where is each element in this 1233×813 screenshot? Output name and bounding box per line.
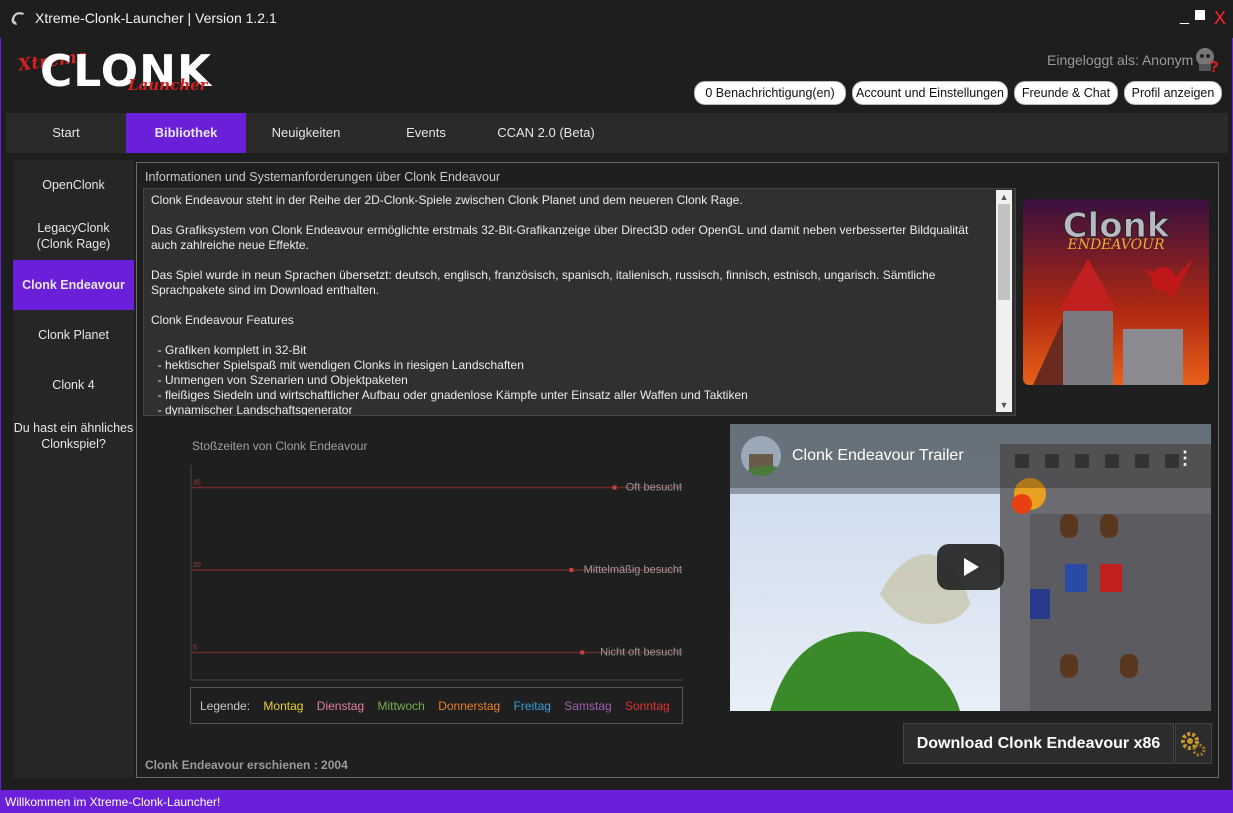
status-bar: Willkommen im Xtreme-Clonk-Launcher!	[0, 791, 1233, 813]
anonymous-avatar-icon: ?	[1196, 48, 1219, 74]
tab-events[interactable]: Events	[366, 113, 486, 153]
chart-level-marker	[580, 650, 585, 655]
legend-label: Legende:	[200, 699, 251, 713]
settings-gear-button[interactable]	[1175, 723, 1212, 764]
sidebar-item-openclonk[interactable]: OpenClonk	[13, 178, 134, 192]
friends-chat-button[interactable]: Freunde & Chat	[1014, 81, 1118, 105]
scroll-thumb[interactable]	[998, 204, 1010, 300]
chart-legend: Legende: Montag Dienstag Mittwoch Donner…	[190, 687, 683, 724]
chart-level-marker	[569, 568, 574, 572]
notifications-button[interactable]: 0 Benachrichtigung(en)	[694, 81, 846, 105]
tab-start[interactable]: Start	[6, 113, 126, 153]
panel-heading: Informationen und Systemanforderungen üb…	[145, 170, 501, 184]
minimize-button[interactable]: _	[1180, 8, 1189, 26]
legend-montag: Montag	[263, 699, 304, 713]
window-title: Xtreme-Clonk-Launcher | Version 1.2.1	[35, 10, 277, 26]
sidebar-item-clonk-endeavour[interactable]: Clonk Endeavour	[13, 260, 134, 310]
sidebar-item-clonk-4[interactable]: Clonk 4	[13, 378, 134, 392]
video-title[interactable]: Clonk Endeavour Trailer	[792, 447, 964, 465]
scroll-down-icon[interactable]: ▼	[996, 398, 1012, 412]
gears-icon	[1181, 732, 1206, 757]
chart-level-label: Oft besucht	[626, 482, 682, 494]
legend-dienstag: Dienstag	[316, 699, 365, 713]
legend-mittwoch: Mittwoch	[377, 699, 425, 713]
chart-y-tick-label: 20	[193, 562, 201, 569]
main-tab-bar: Start Bibliothek Neuigkeiten Events CCAN…	[6, 113, 1228, 153]
description-box[interactable]: Clonk Endeavour steht in der Reihe der 2…	[143, 188, 1016, 416]
download-button[interactable]: Download Clonk Endeavour x86	[903, 723, 1174, 764]
legend-sonntag: Sonntag	[624, 699, 670, 713]
close-button[interactable]: X	[1214, 8, 1226, 29]
peak-times-chart: 35 Oft besucht 20 Mittelmäßig besucht 5 Nicht…	[190, 465, 683, 681]
legend-freitag: Freitag	[513, 699, 551, 713]
chart-y-tick-label: 5	[193, 645, 197, 652]
description-text: Clonk Endeavour steht in der Reihe der 2…	[151, 193, 969, 416]
chart-title: Stoßzeiten von Clonk Endeavour	[192, 439, 368, 453]
maximize-button[interactable]	[1195, 10, 1205, 20]
svg-text:?: ?	[1209, 59, 1219, 74]
game-sidebar: OpenClonk LegacyClonk (Clonk Rage) Clonk…	[13, 160, 134, 778]
chart-level-label: Nicht oft besucht	[600, 647, 682, 659]
tab-bibliothek[interactable]: Bibliothek	[126, 113, 246, 153]
game-cover-image: Clonk ENDEAVOUR	[1023, 199, 1209, 385]
logo-text-launcher: Launcher	[128, 76, 208, 94]
scroll-up-icon[interactable]: ▲	[996, 190, 1012, 204]
channel-avatar[interactable]	[741, 436, 781, 476]
app-logo-icon	[11, 12, 24, 25]
legend-samstag: Samstag	[564, 699, 612, 713]
sidebar-item-similar-game[interactable]: Du hast ein ähnliches Clonkspiel?	[13, 420, 134, 452]
sidebar-item-legacyclonk[interactable]: LegacyClonk (Clonk Rage)	[13, 220, 134, 252]
chart-level-marker	[612, 485, 617, 490]
login-status: Eingeloggt als: Anonym	[1047, 52, 1194, 68]
app-logo: Xtreme CLONK Launcher	[16, 46, 221, 106]
tab-neuigkeiten[interactable]: Neuigkeiten	[246, 113, 366, 153]
account-settings-button[interactable]: Account und Einstellungen	[852, 81, 1008, 105]
play-icon	[964, 558, 979, 576]
description-scrollbar[interactable]: ▲ ▼	[996, 190, 1012, 412]
sidebar-item-clonk-planet[interactable]: Clonk Planet	[13, 328, 134, 342]
chart-y-tick-label: 35	[193, 480, 201, 487]
view-profile-button[interactable]: Profil anzeigen	[1124, 81, 1222, 105]
legend-donnerstag: Donnerstag	[438, 699, 501, 713]
tab-ccan[interactable]: CCAN 2.0 (Beta)	[486, 113, 606, 153]
more-options-icon[interactable]: ⋮	[1176, 448, 1194, 469]
status-text: Willkommen im Xtreme-Clonk-Launcher!	[5, 795, 221, 809]
release-info: Clonk Endeavour erschienen : 2004	[145, 758, 348, 772]
play-button[interactable]	[937, 544, 1004, 590]
chart-level-label: Mittelmäßig besucht	[584, 564, 682, 576]
cover-subtitle: ENDEAVOUR	[1066, 237, 1164, 253]
